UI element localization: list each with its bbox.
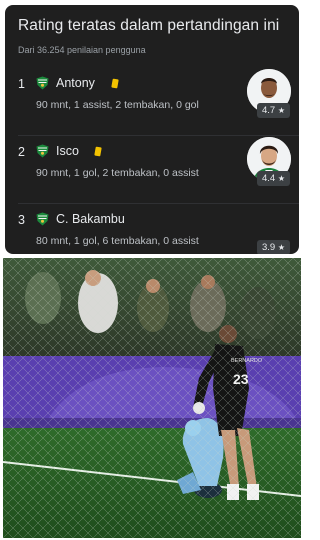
player-rank: 1 (18, 77, 25, 91)
rating-badge: 3.9 ★ (257, 240, 290, 254)
player-rank: 3 (18, 213, 25, 227)
row-divider (18, 203, 299, 204)
match-photo: 23 BERNARDO (3, 258, 301, 538)
row-divider (18, 135, 299, 136)
player-name: Antony (56, 76, 95, 90)
rating-badge: 4.4 ★ (257, 171, 290, 186)
rating-value: 3.9 (261, 242, 276, 253)
player-row-3[interactable]: 3 C. Bakambu 80 mnt, 1 gol, 6 tembakan, … (5, 203, 299, 254)
club-crest-icon (36, 212, 49, 226)
yellow-card-icon (94, 146, 102, 157)
player-row-2[interactable]: 2 Isco 90 mnt, 1 gol, 2 tembakan, 0 assi… (5, 135, 299, 203)
match-photo-goalkeeper-scene-icon: 23 BERNARDO (3, 258, 301, 538)
rating-badge: 4.7 ★ (257, 103, 290, 118)
player-stats: 90 mnt, 1 gol, 2 tembakan, 0 assist (36, 167, 199, 179)
player-name: C. Bakambu (56, 212, 125, 226)
club-crest-icon (36, 76, 49, 90)
player-rank: 2 (18, 145, 25, 159)
rating-value: 4.7 (261, 105, 276, 116)
player-row-1[interactable]: 1 Antony 90 mnt, 1 assist, 2 tembakan, 0… (5, 67, 299, 135)
yellow-card-icon (111, 78, 119, 89)
card-title: Rating teratas dalam pertandingan ini (18, 17, 280, 34)
card-subtitle: Dari 36.254 penilaian pengguna (18, 45, 146, 55)
star-icon: ★ (277, 243, 286, 252)
player-stats: 90 mnt, 1 assist, 2 tembakan, 0 gol (36, 99, 199, 111)
player-stats: 80 mnt, 1 gol, 6 tembakan, 0 assist (36, 235, 199, 247)
player-name: Isco (56, 144, 79, 158)
rating-value: 4.4 (261, 173, 276, 184)
club-crest-icon (36, 144, 49, 158)
top-ratings-card: Rating teratas dalam pertandingan ini Da… (5, 5, 299, 254)
star-icon: ★ (277, 106, 286, 115)
star-icon: ★ (277, 174, 286, 183)
